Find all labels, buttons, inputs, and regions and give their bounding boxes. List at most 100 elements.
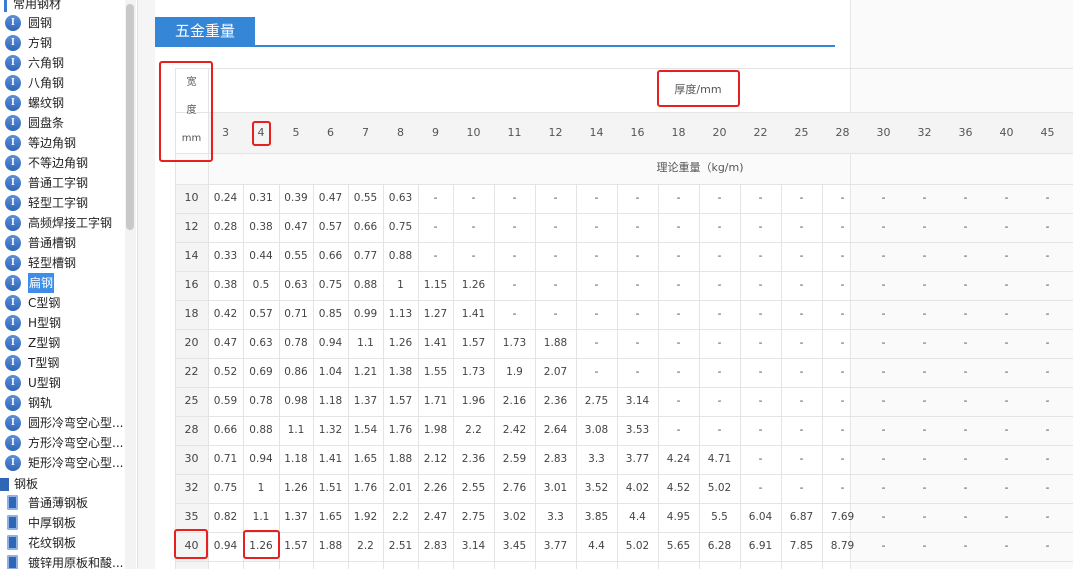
table-cell[interactable]: - bbox=[863, 278, 904, 292]
table-cell[interactable]: 2.83 bbox=[535, 452, 576, 466]
table-cell[interactable]: 5.65 bbox=[658, 539, 699, 553]
table-cell[interactable]: - bbox=[699, 365, 740, 379]
table-cell[interactable]: - bbox=[658, 249, 699, 263]
table-cell[interactable]: - bbox=[1027, 510, 1068, 524]
sidebar-item[interactable]: I U型钢 bbox=[0, 373, 126, 393]
table-cell[interactable]: - bbox=[863, 423, 904, 437]
table-cell[interactable]: 0.42 bbox=[208, 307, 243, 321]
table-cell[interactable]: 1.21 bbox=[348, 365, 383, 379]
table-cell[interactable]: 0.57 bbox=[243, 307, 279, 321]
table-cell[interactable]: - bbox=[494, 191, 535, 205]
table-cell[interactable]: 0.99 bbox=[348, 307, 383, 321]
table-cell[interactable]: 1.76 bbox=[348, 481, 383, 495]
table-cell[interactable]: - bbox=[740, 278, 781, 292]
table-cell[interactable]: - bbox=[576, 278, 617, 292]
table-cell[interactable]: - bbox=[986, 220, 1027, 234]
table-cell[interactable]: - bbox=[535, 220, 576, 234]
tab-hardware-weight[interactable]: 五金重量 bbox=[155, 17, 255, 46]
table-cell[interactable]: - bbox=[1027, 249, 1068, 263]
table-cell[interactable]: - bbox=[986, 336, 1027, 350]
table-cell[interactable]: 0.66 bbox=[348, 220, 383, 234]
table-cell[interactable]: 1.65 bbox=[313, 510, 348, 524]
thickness-header[interactable]: 28 bbox=[822, 126, 863, 140]
table-cell[interactable]: - bbox=[699, 336, 740, 350]
table-cell[interactable]: - bbox=[1027, 220, 1068, 234]
table-cell[interactable]: 0.88 bbox=[348, 278, 383, 292]
table-cell[interactable]: 6.28 bbox=[699, 539, 740, 553]
table-cell[interactable]: - bbox=[822, 481, 863, 495]
table-cell[interactable]: - bbox=[945, 278, 986, 292]
table-cell[interactable]: - bbox=[740, 191, 781, 205]
table-cell[interactable]: - bbox=[822, 307, 863, 321]
table-cell[interactable]: - bbox=[945, 365, 986, 379]
sidebar-item[interactable]: I Z型钢 bbox=[0, 333, 126, 353]
table-cell[interactable]: - bbox=[986, 249, 1027, 263]
table-cell[interactable]: 0.71 bbox=[208, 452, 243, 466]
table-cell[interactable]: 1.37 bbox=[279, 510, 313, 524]
thickness-header[interactable]: 30 bbox=[863, 126, 904, 140]
table-cell[interactable]: - bbox=[617, 249, 658, 263]
table-cell[interactable]: - bbox=[822, 452, 863, 466]
sidebar-item[interactable]: I 圆形冷弯空心型... bbox=[0, 413, 126, 433]
table-cell[interactable]: - bbox=[904, 394, 945, 408]
table-cell[interactable]: 0.77 bbox=[348, 249, 383, 263]
sidebar-group-common-steel[interactable]: 常用钢材 bbox=[4, 0, 61, 14]
table-cell[interactable]: 4.71 bbox=[699, 452, 740, 466]
table-cell[interactable]: 2.64 bbox=[535, 423, 576, 437]
table-cell[interactable]: - bbox=[904, 220, 945, 234]
table-cell[interactable]: 2.16 bbox=[494, 394, 535, 408]
table-cell[interactable]: 1.1 bbox=[279, 423, 313, 437]
table-cell[interactable]: 3.53 bbox=[617, 423, 658, 437]
table-cell[interactable]: 1.26 bbox=[453, 278, 494, 292]
table-cell[interactable]: 0.63 bbox=[383, 191, 418, 205]
table-cell[interactable]: 0.66 bbox=[208, 423, 243, 437]
table-cell[interactable]: - bbox=[781, 336, 822, 350]
table-cell[interactable]: 8.79 bbox=[822, 539, 863, 553]
table-cell[interactable]: - bbox=[945, 423, 986, 437]
sidebar-item[interactable]: 中厚钢板 bbox=[0, 513, 126, 533]
table-cell[interactable]: 1 bbox=[383, 278, 418, 292]
table-cell[interactable]: 1.54 bbox=[348, 423, 383, 437]
sidebar-item[interactable]: I 扁钢 bbox=[0, 273, 126, 293]
thickness-header[interactable]: 40 bbox=[986, 126, 1027, 140]
thickness-header[interactable]: 12 bbox=[535, 126, 576, 140]
table-cell[interactable]: - bbox=[781, 307, 822, 321]
table-cell[interactable]: 0.78 bbox=[243, 394, 279, 408]
table-cell[interactable]: - bbox=[453, 249, 494, 263]
table-cell[interactable]: - bbox=[863, 307, 904, 321]
sidebar-item[interactable]: I T型钢 bbox=[0, 353, 126, 373]
table-cell[interactable]: 1 bbox=[243, 481, 279, 495]
table-cell[interactable]: - bbox=[740, 220, 781, 234]
table-cell[interactable]: - bbox=[1027, 191, 1068, 205]
sidebar-item[interactable]: 镀锌用原板和酸... bbox=[0, 553, 126, 569]
table-cell[interactable]: 1.41 bbox=[453, 307, 494, 321]
table-cell[interactable]: - bbox=[904, 539, 945, 553]
table-cell[interactable]: 2.2 bbox=[348, 539, 383, 553]
table-cell[interactable]: - bbox=[945, 539, 986, 553]
table-cell[interactable]: - bbox=[986, 278, 1027, 292]
table-cell[interactable]: - bbox=[945, 307, 986, 321]
table-cell[interactable]: - bbox=[658, 423, 699, 437]
table-cell[interactable]: - bbox=[1027, 481, 1068, 495]
table-cell[interactable]: 0.94 bbox=[243, 452, 279, 466]
thickness-header[interactable]: 16 bbox=[617, 126, 658, 140]
sidebar-item[interactable]: I 钢轨 bbox=[0, 393, 126, 413]
table-cell[interactable]: - bbox=[781, 481, 822, 495]
table-cell[interactable]: - bbox=[822, 423, 863, 437]
table-cell[interactable]: 3.14 bbox=[617, 394, 658, 408]
table-cell[interactable]: 0.69 bbox=[243, 365, 279, 379]
table-cell[interactable]: - bbox=[945, 220, 986, 234]
table-cell[interactable]: 1.65 bbox=[348, 452, 383, 466]
table-cell[interactable]: - bbox=[699, 423, 740, 437]
table-cell[interactable]: - bbox=[740, 336, 781, 350]
table-cell[interactable]: - bbox=[986, 394, 1027, 408]
table-cell[interactable]: - bbox=[781, 191, 822, 205]
sidebar-item[interactable]: I 普通工字钢 bbox=[0, 173, 126, 193]
thickness-header[interactable]: 9 bbox=[418, 126, 453, 140]
table-cell[interactable]: - bbox=[453, 220, 494, 234]
table-cell[interactable]: 2.36 bbox=[453, 452, 494, 466]
table-cell[interactable]: 5.5 bbox=[699, 510, 740, 524]
table-cell[interactable]: 0.55 bbox=[348, 191, 383, 205]
table-cell[interactable]: - bbox=[904, 336, 945, 350]
table-cell[interactable]: - bbox=[863, 481, 904, 495]
